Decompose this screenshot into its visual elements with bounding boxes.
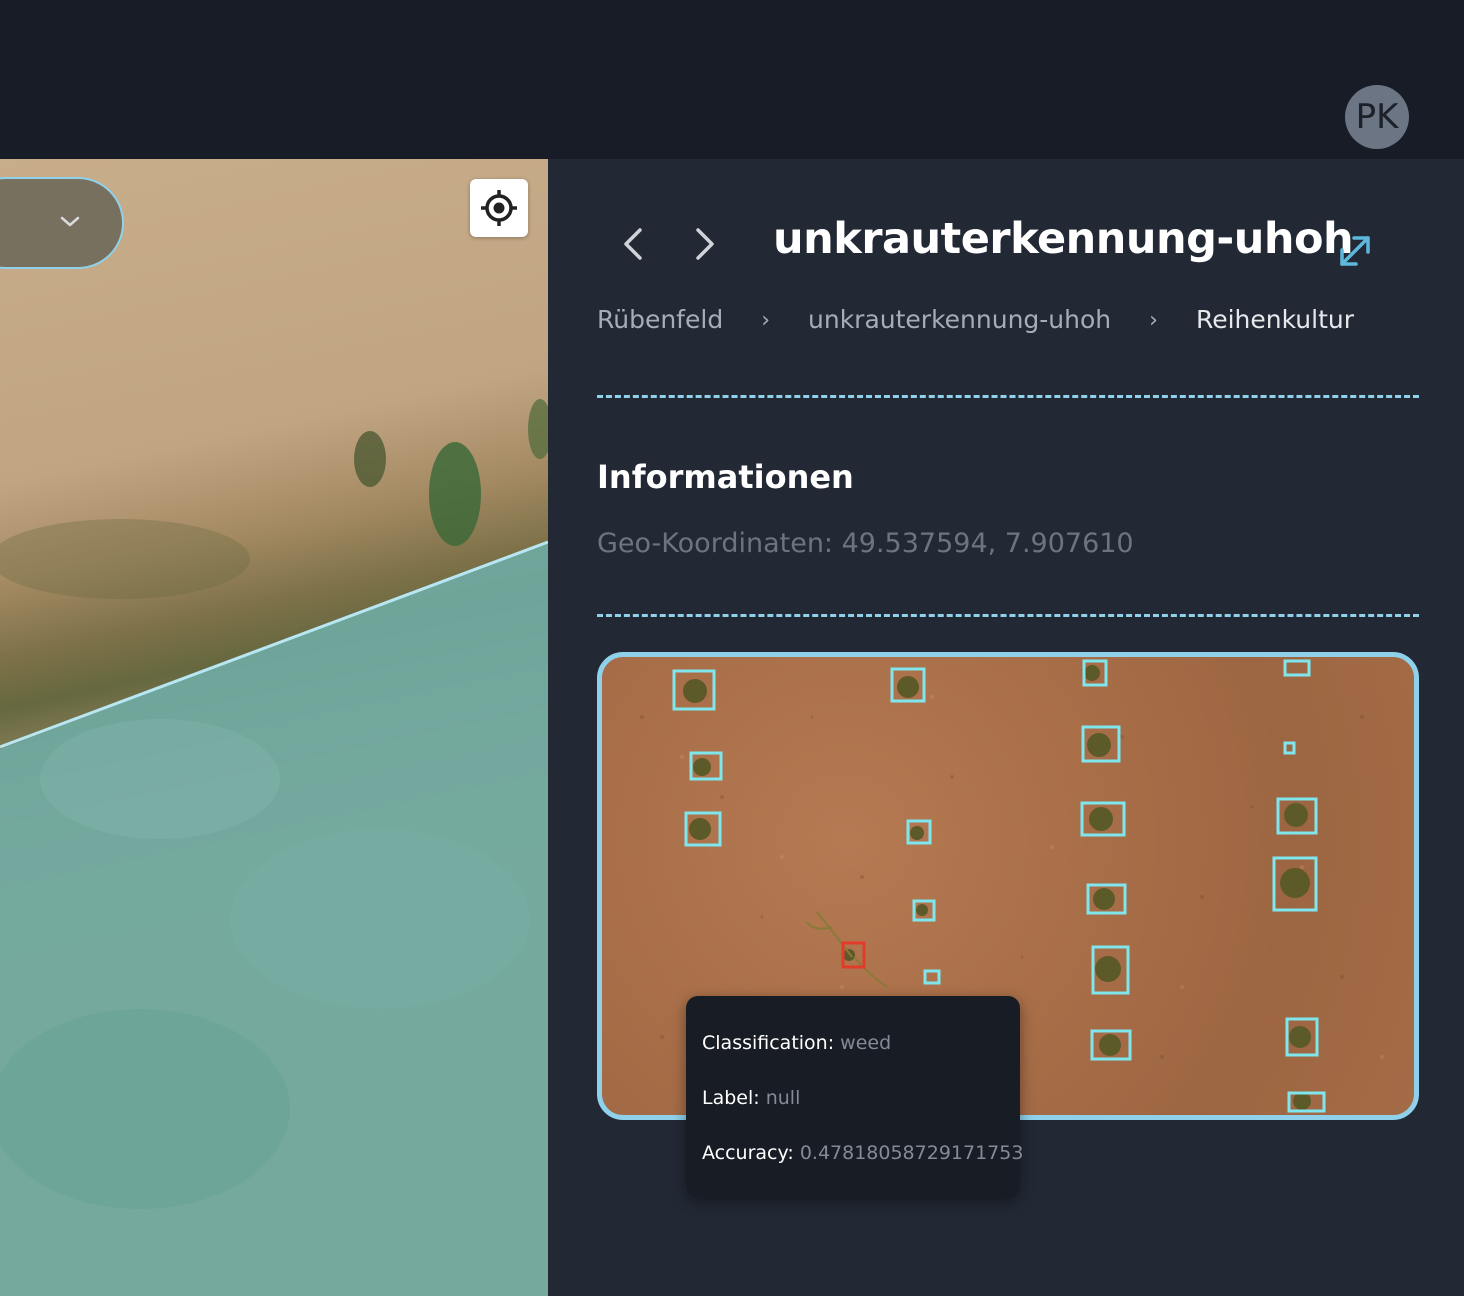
tooltip-label: Label: null [702, 1087, 800, 1109]
crosshair-icon [481, 190, 517, 226]
previous-icon[interactable] [612, 222, 656, 266]
top-bar: PK [0, 0, 1464, 159]
detection-tooltip: Classification: weed Label: null Accurac… [686, 996, 1023, 1198]
tooltip-accuracy: Accuracy: 0.47818058729171753 [702, 1142, 1023, 1164]
breadcrumb: Rübenfeld › unkrauterkennung-uhoh › Reih… [597, 305, 1354, 334]
breadcrumb-separator: › [1149, 308, 1158, 333]
breadcrumb-item-project[interactable]: unkrauterkennung-uhoh [808, 305, 1111, 334]
divider [597, 395, 1419, 398]
label-label: Label: [702, 1087, 760, 1109]
label-value: null [765, 1087, 801, 1109]
geo-coordinates: Geo-Koordinaten: 49.537594, 7.907610 [597, 528, 1134, 559]
classification-label: Classification: [702, 1032, 835, 1054]
divider [597, 614, 1419, 617]
breadcrumb-separator: › [761, 308, 770, 333]
chevron-down-icon [60, 216, 80, 227]
next-icon[interactable] [682, 222, 726, 266]
tooltip-classification: Classification: weed [702, 1032, 891, 1054]
accuracy-value: 0.47818058729171753 [799, 1142, 1024, 1164]
accuracy-label: Accuracy: [702, 1142, 794, 1164]
satellite-map[interactable] [0, 159, 548, 1296]
page-title: unkrauterkennung-uhoh [773, 214, 1354, 264]
section-title-informationen: Informationen [597, 458, 854, 496]
avatar[interactable]: PK [1345, 85, 1409, 149]
classification-value: weed [840, 1032, 892, 1054]
locate-button[interactable] [470, 179, 528, 237]
map-imagery [0, 399, 548, 1296]
breadcrumb-item-current: Reihenkultur [1195, 305, 1355, 334]
breadcrumb-item-field[interactable]: Rübenfeld [597, 305, 723, 334]
map-layer-dropdown[interactable] [0, 177, 124, 269]
expand-icon[interactable] [1334, 230, 1376, 272]
